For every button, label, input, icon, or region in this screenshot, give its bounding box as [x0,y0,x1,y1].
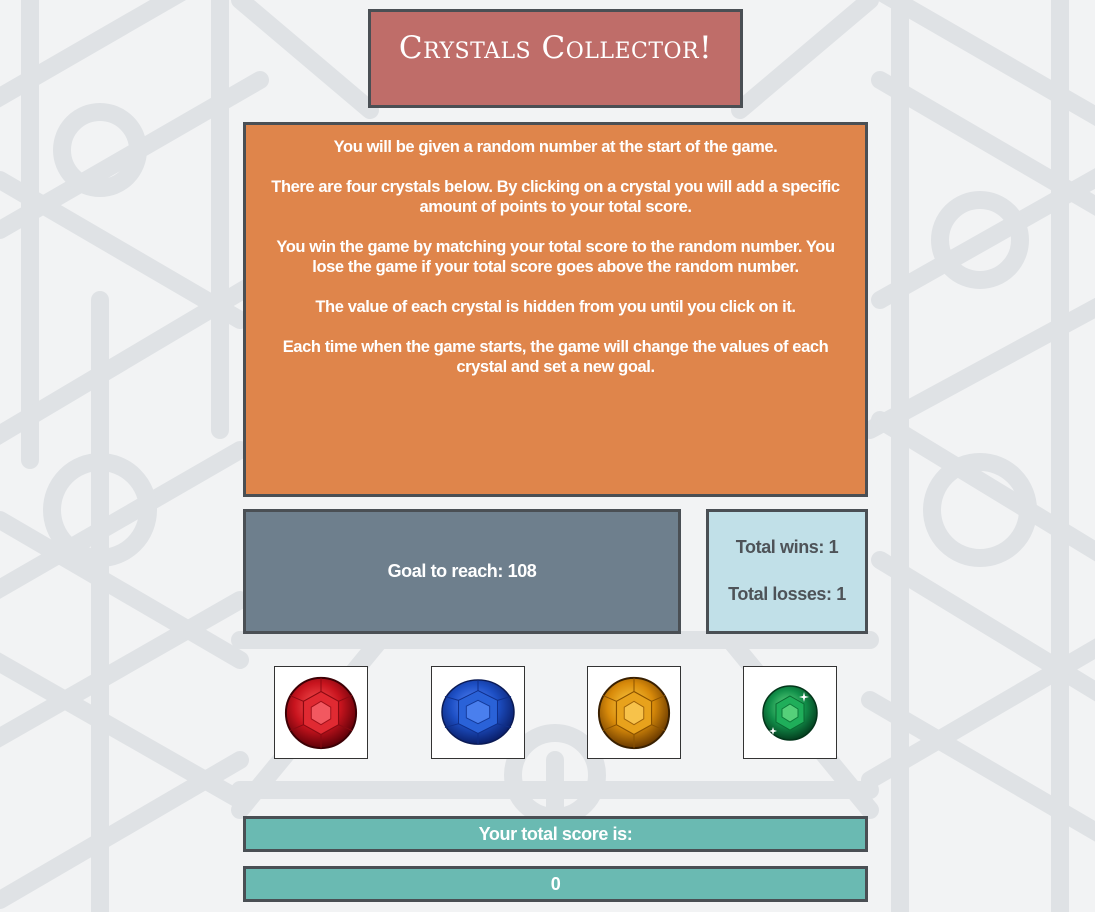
score-value: 0 [550,873,561,894]
blue-gem-icon [441,678,515,745]
instruction-line-5: Each time when the game starts, the game… [282,338,829,376]
red-gem-icon [284,676,358,749]
total-wins: Total wins: 1 [735,537,839,557]
score-label: Your total score is: [478,823,633,844]
instruction-line-1: You will be given a random number at the… [333,138,778,156]
yellow-gem-icon [597,676,671,749]
instruction-line-2: There are four crystals below. By clicki… [271,178,840,216]
green-gem-icon [762,684,818,741]
red-crystal-button[interactable] [274,666,368,759]
yellow-crystal-button[interactable] [587,666,681,759]
game-title: Crystals Collector! [398,30,713,66]
instruction-line-4: The value of each crystal is hidden from… [315,298,796,316]
title-banner: Crystals Collector! [368,9,743,108]
blue-crystal-button[interactable] [431,666,525,759]
green-crystal-button[interactable] [743,666,837,759]
goal-text: Goal to reach: 108 [387,561,537,581]
score-label-bar: Your total score is: [243,816,868,852]
stats-panel: Total wins: 1 Total losses: 1 [706,509,868,634]
score-value-bar: 0 [243,866,868,902]
total-losses: Total losses: 1 [728,584,846,604]
goal-panel: Goal to reach: 108 [243,509,681,634]
instructions-panel: You will be given a random number at the… [243,122,868,497]
instruction-line-3: You win the game by matching your total … [276,238,835,276]
